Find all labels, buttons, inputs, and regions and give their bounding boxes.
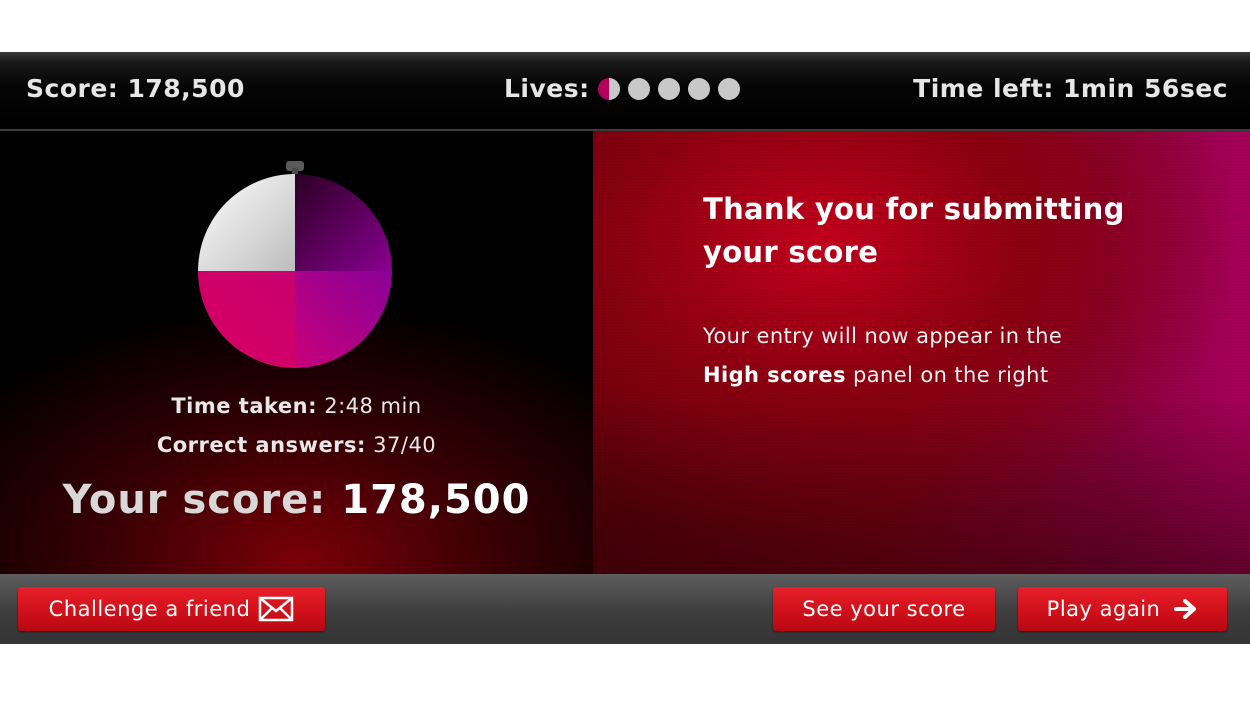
your-score-label: Your score:	[62, 477, 327, 523]
thanks-heading: Thank you for submitting your score	[703, 188, 1203, 274]
life-dot	[717, 78, 740, 100]
lives-readout: Lives:	[504, 74, 748, 104]
timer-elapsed-slice	[295, 271, 392, 368]
timer-remaining-slice	[198, 174, 295, 271]
high-scores-text: High scores	[703, 363, 846, 387]
timer-elapsed-slice	[295, 174, 392, 271]
message-panel: Thank you for submitting your score Your…	[593, 131, 1250, 574]
final-score: Your score: 178,500	[0, 477, 593, 523]
time-taken-line: Time taken: 2:48 min	[0, 394, 593, 418]
thanks-message: Your entry will now appear in the High s…	[703, 317, 1223, 395]
score-readout: Score: 178,500	[26, 74, 245, 103]
arrow-right-icon	[1174, 598, 1198, 620]
correct-answers-label: Correct answers:	[156, 433, 366, 457]
life-dot	[597, 78, 620, 100]
thanks-message-rest: panel on the right	[845, 363, 1049, 387]
thanks-message-line2: High scores panel on the right	[703, 356, 1223, 395]
correct-answers-line: Correct answers: 37/40	[0, 433, 593, 457]
timer-pie-chart	[198, 161, 392, 368]
see-your-score-label: See your score	[802, 597, 966, 621]
play-again-label: Play again	[1046, 597, 1161, 621]
challenge-friend-label: Challenge a friend	[48, 597, 251, 621]
see-your-score-button[interactable]: See your score	[773, 587, 995, 631]
lives-label: Lives:	[504, 74, 590, 103]
thanks-heading-line1: Thank you for submitting	[703, 192, 1125, 226]
life-dot	[657, 78, 680, 100]
time-taken-label: Time taken:	[171, 394, 318, 418]
correct-answers-value: 37/40	[373, 433, 437, 457]
action-bar: Challenge a friend See your score Play a…	[0, 574, 1250, 644]
lives-indicator	[597, 78, 748, 100]
timer-elapsed-slice	[198, 271, 295, 368]
panel-shade	[593, 394, 1250, 574]
timer-pie-slices	[198, 174, 392, 368]
thanks-message-line1: Your entry will now appear in the	[703, 324, 1063, 348]
results-panel: Time taken: 2:48 min Correct answers: 37…	[0, 131, 593, 574]
timer-pie	[197, 159, 397, 371]
status-bar: Score: 178,500 Lives: Time left: 1min 56…	[0, 52, 1250, 131]
time-taken-value: 2:48 min	[324, 394, 422, 418]
life-dot	[687, 78, 710, 100]
challenge-friend-button[interactable]: Challenge a friend	[18, 587, 325, 631]
your-score-value: 178,500	[341, 477, 531, 523]
play-again-button[interactable]: Play again	[1018, 587, 1227, 631]
envelope-icon	[258, 596, 294, 622]
time-left-readout: Time left: 1min 56sec	[913, 74, 1228, 103]
thanks-heading-line2: your score	[703, 235, 879, 269]
life-dot	[627, 78, 650, 100]
game-container: Score: 178,500 Lives: Time left: 1min 56…	[0, 52, 1250, 644]
